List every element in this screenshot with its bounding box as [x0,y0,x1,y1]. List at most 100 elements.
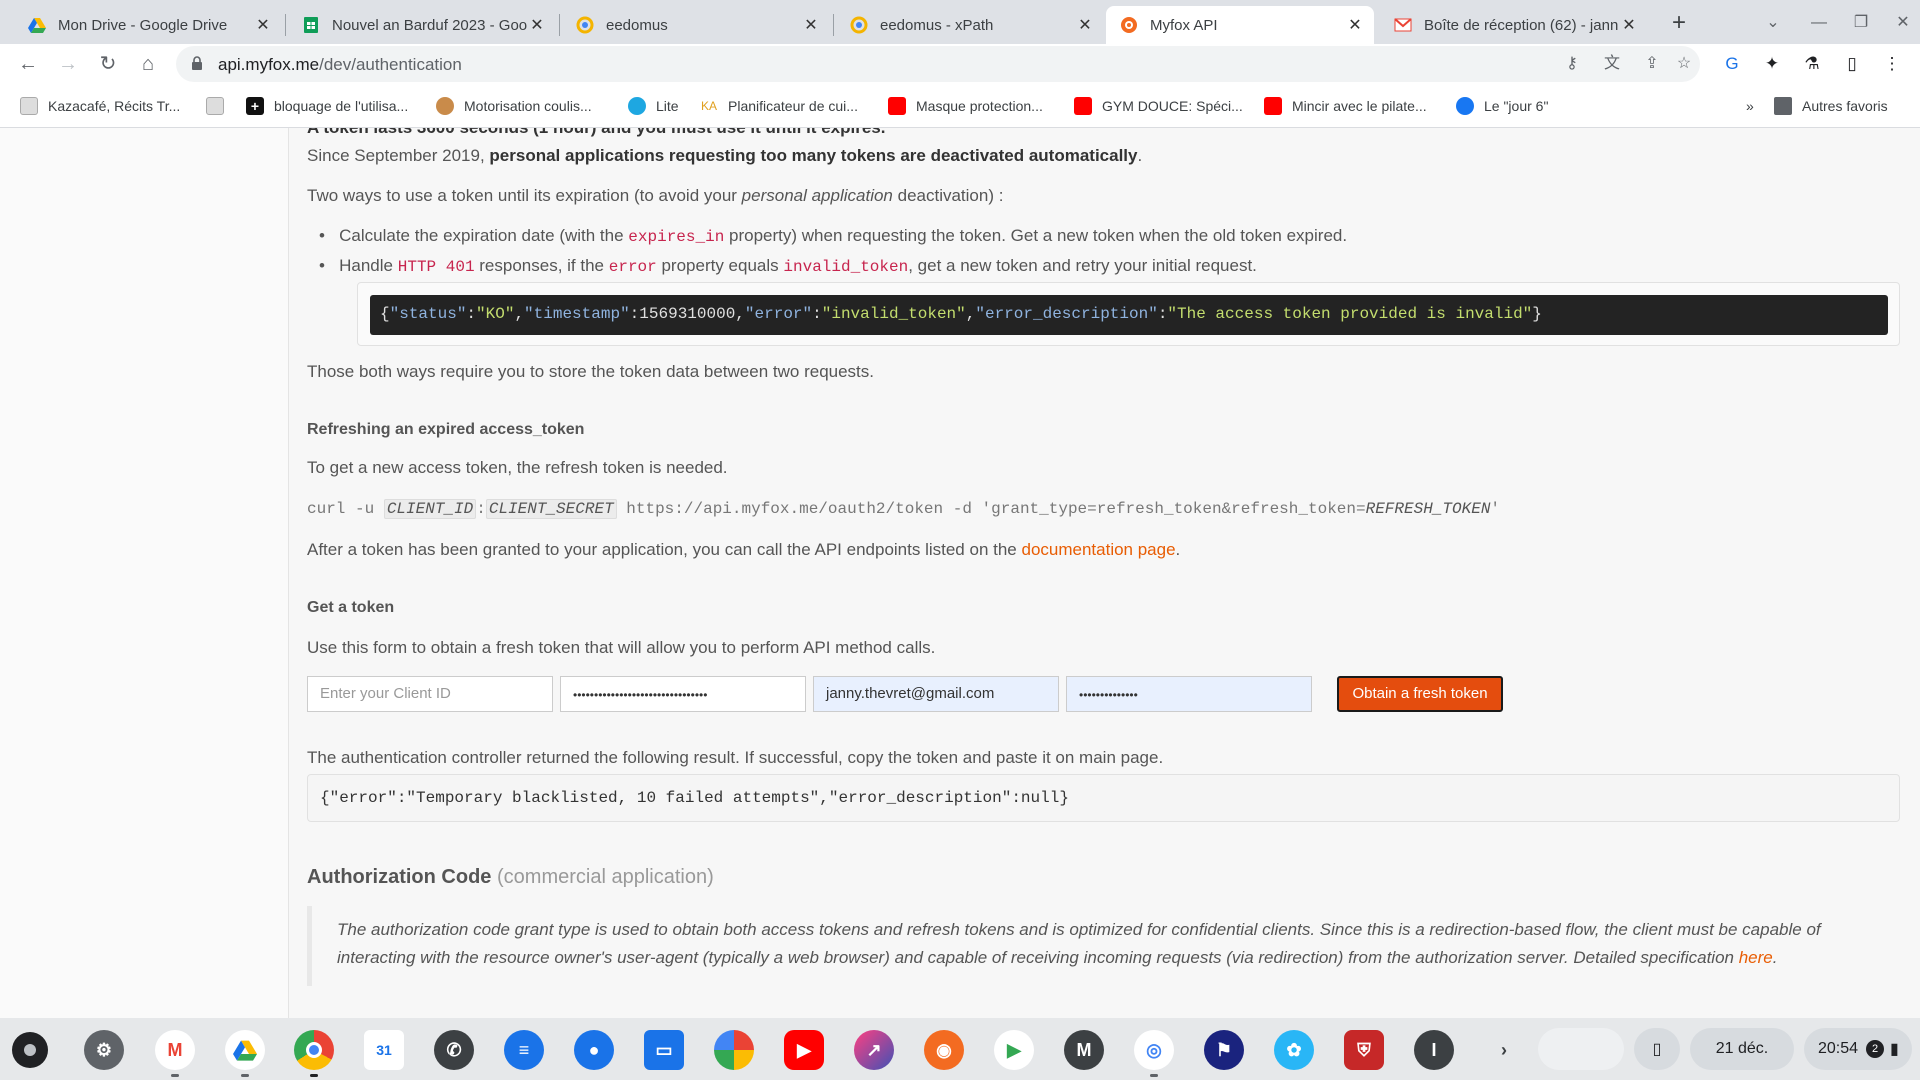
more-bookmarks-button[interactable]: » [1746,94,1754,118]
main-content: A token lasts 3600 seconds (1 hour) and … [289,128,1920,1018]
menu-kebab-icon[interactable]: ⋮ [1880,52,1904,76]
curl-command: curl -u CLIENT_ID: CLIENT_SECRET https://… [307,499,1500,519]
new-tab-button[interactable]: + [1664,8,1694,38]
phone-hub-pill[interactable] [1538,1028,1624,1070]
bookmark-item[interactable]: Masque protection... [888,94,1043,118]
result-label: The authentication controller returned t… [307,748,1164,767]
shield-app-icon[interactable]: ⛨ [1344,1030,1384,1070]
files-app-icon[interactable]: ▭ [644,1030,684,1070]
status-area[interactable]: 20:54 2 ▮ [1804,1028,1912,1070]
tab-eedomus-xpath[interactable]: eedomus - xPath ✕ [836,6,1104,44]
facebook-icon [1456,97,1474,115]
bookmark-item[interactable]: + bloquage de l'utilisa... [246,94,408,118]
share-icon[interactable]: ⇪ [1640,52,1664,76]
tab-gmail[interactable]: Boîte de réception (62) - jann ✕ [1380,6,1648,44]
arrow-app-icon[interactable]: ↗ [854,1030,894,1070]
translate-icon[interactable]: 文 [1600,52,1624,76]
tab-separator [833,14,834,36]
extensions-puzzle-icon[interactable]: ✦ [1760,52,1784,76]
inline-code: expires_in [628,228,725,246]
other-bookmarks-folder[interactable]: Autres favoris [1774,94,1888,118]
calendar-app-icon[interactable]: 31 [364,1030,404,1070]
lock-icon[interactable] [192,56,202,70]
heading-subtitle: (commercial application) [497,866,714,888]
chrome-remote-app-icon[interactable]: ◎ [1134,1030,1174,1070]
close-tab-icon[interactable]: ✕ [1076,15,1094,35]
lab-flask-icon[interactable]: ⚗ [1800,52,1824,76]
settings-gear-icon[interactable]: ⚙ [84,1030,124,1070]
documentation-link[interactable]: documentation page [1021,540,1175,559]
json-value: "invalid_token" [821,305,966,323]
messages-app-icon[interactable]: ≡ [504,1030,544,1070]
side-panel-icon[interactable]: ▯ [1840,52,1864,76]
password-input[interactable]: •••••••••••••• [1066,676,1312,712]
close-window-icon[interactable]: ✕ [1888,8,1918,38]
minimize-icon[interactable]: — [1804,8,1834,38]
text: https://api.myfox.me/oauth2/token -d 'gr… [616,500,1366,518]
client-id-input[interactable]: Enter your Client ID [307,676,553,712]
photos-app-icon[interactable] [714,1030,754,1070]
date-pill[interactable]: 21 déc. [1690,1028,1794,1070]
bookmark-item[interactable]: GYM DOUCE: Spéci... [1074,94,1243,118]
specification-link[interactable]: here [1739,948,1773,967]
contacts-app-icon[interactable]: ● [574,1030,614,1070]
shelf-overflow-icon[interactable]: › [1484,1030,1524,1070]
battery-icon: ▮ [1890,1041,1899,1058]
address-bar[interactable]: api.myfox.me/dev/authentication ⚷ 文 ⇪ ☆ [176,46,1700,82]
close-tab-icon[interactable]: ✕ [1346,15,1364,35]
tab-google-drive[interactable]: Mon Drive - Google Drive ✕ [14,6,282,44]
back-icon[interactable]: ← [12,48,44,80]
phone-icon[interactable]: ▯ [1634,1028,1680,1070]
gmail-app-icon[interactable]: M [155,1030,195,1070]
password-key-icon[interactable]: ⚷ [1560,52,1584,76]
bookmark-item[interactable]: Kazacafé, Récits Tr... [20,94,180,118]
forward-icon[interactable]: → [52,48,84,80]
flag-app-icon[interactable]: ⚑ [1204,1030,1244,1070]
json-value: "The access token provided is invalid" [1167,305,1533,323]
bookmark-item[interactable]: Lite [628,94,679,118]
bird-app-icon[interactable]: ✿ [1274,1030,1314,1070]
text: property equals [656,256,784,275]
url-text[interactable]: api.myfox.me/dev/authentication [218,55,462,75]
text: Calculate the expiration date (with the [339,226,629,245]
google-translate-extension-icon[interactable]: G [1720,52,1744,76]
sidebar [0,128,289,1018]
youtube-app-icon[interactable]: ▶ [784,1030,824,1070]
restore-icon[interactable]: ❐ [1846,8,1876,38]
close-tab-icon[interactable]: ✕ [802,15,820,35]
bookmark-item[interactable]: Motorisation coulis... [436,94,592,118]
running-indicator [171,1074,179,1077]
google-drive-app-icon[interactable] [225,1030,265,1070]
tab-myfox-api[interactable]: Myfox API ✕ [1106,6,1374,44]
client-secret-input[interactable]: •••••••••••••••••••••••••••••••• [560,676,806,712]
m-app-icon[interactable]: M [1064,1030,1104,1070]
myfox-app-icon[interactable]: ◉ [924,1030,964,1070]
play-store-app-icon[interactable]: ▶ [994,1030,1034,1070]
tab-search-chevron-icon[interactable]: ⌄ [1758,8,1788,38]
close-tab-icon[interactable]: ✕ [1620,15,1638,35]
result-output[interactable]: {"error":"Temporary blacklisted, 10 fail… [307,774,1900,822]
obtain-token-button[interactable]: Obtain a fresh token [1337,676,1503,712]
bookmark-item[interactable] [206,94,234,118]
close-tab-icon[interactable]: ✕ [254,15,272,35]
tab-eedomus[interactable]: eedomus ✕ [562,6,830,44]
whatsapp-app-icon[interactable]: ✆ [434,1030,474,1070]
chrome-app-icon[interactable] [294,1030,334,1070]
bookmark-item[interactable]: Le "jour 6" [1456,94,1548,118]
email-input[interactable]: janny.thevret@gmail.com [813,676,1059,712]
bookmark-item[interactable]: Mincir avec le pilate... [1264,94,1427,118]
myfox-icon [1121,17,1137,33]
youtube-icon [1074,97,1092,115]
reload-icon[interactable]: ↻ [92,48,124,80]
list-item: • Handle HTTP 401 responses, if the erro… [319,256,1257,276]
running-indicator [310,1074,318,1077]
launcher-icon[interactable] [12,1032,48,1068]
bookmark-star-icon[interactable]: ☆ [1672,52,1696,76]
close-tab-icon[interactable]: ✕ [528,15,546,35]
i-app-icon[interactable]: I [1414,1030,1454,1070]
tab-google-sheets[interactable]: Nouvel an Barduf 2023 - Goo ✕ [288,6,556,44]
running-indicator [241,1074,249,1077]
auth-code-heading: Authorization Code (commercial applicati… [307,866,714,889]
home-icon[interactable]: ⌂ [132,48,164,80]
bookmark-item[interactable]: KA Planificateur de cui... [700,94,858,118]
